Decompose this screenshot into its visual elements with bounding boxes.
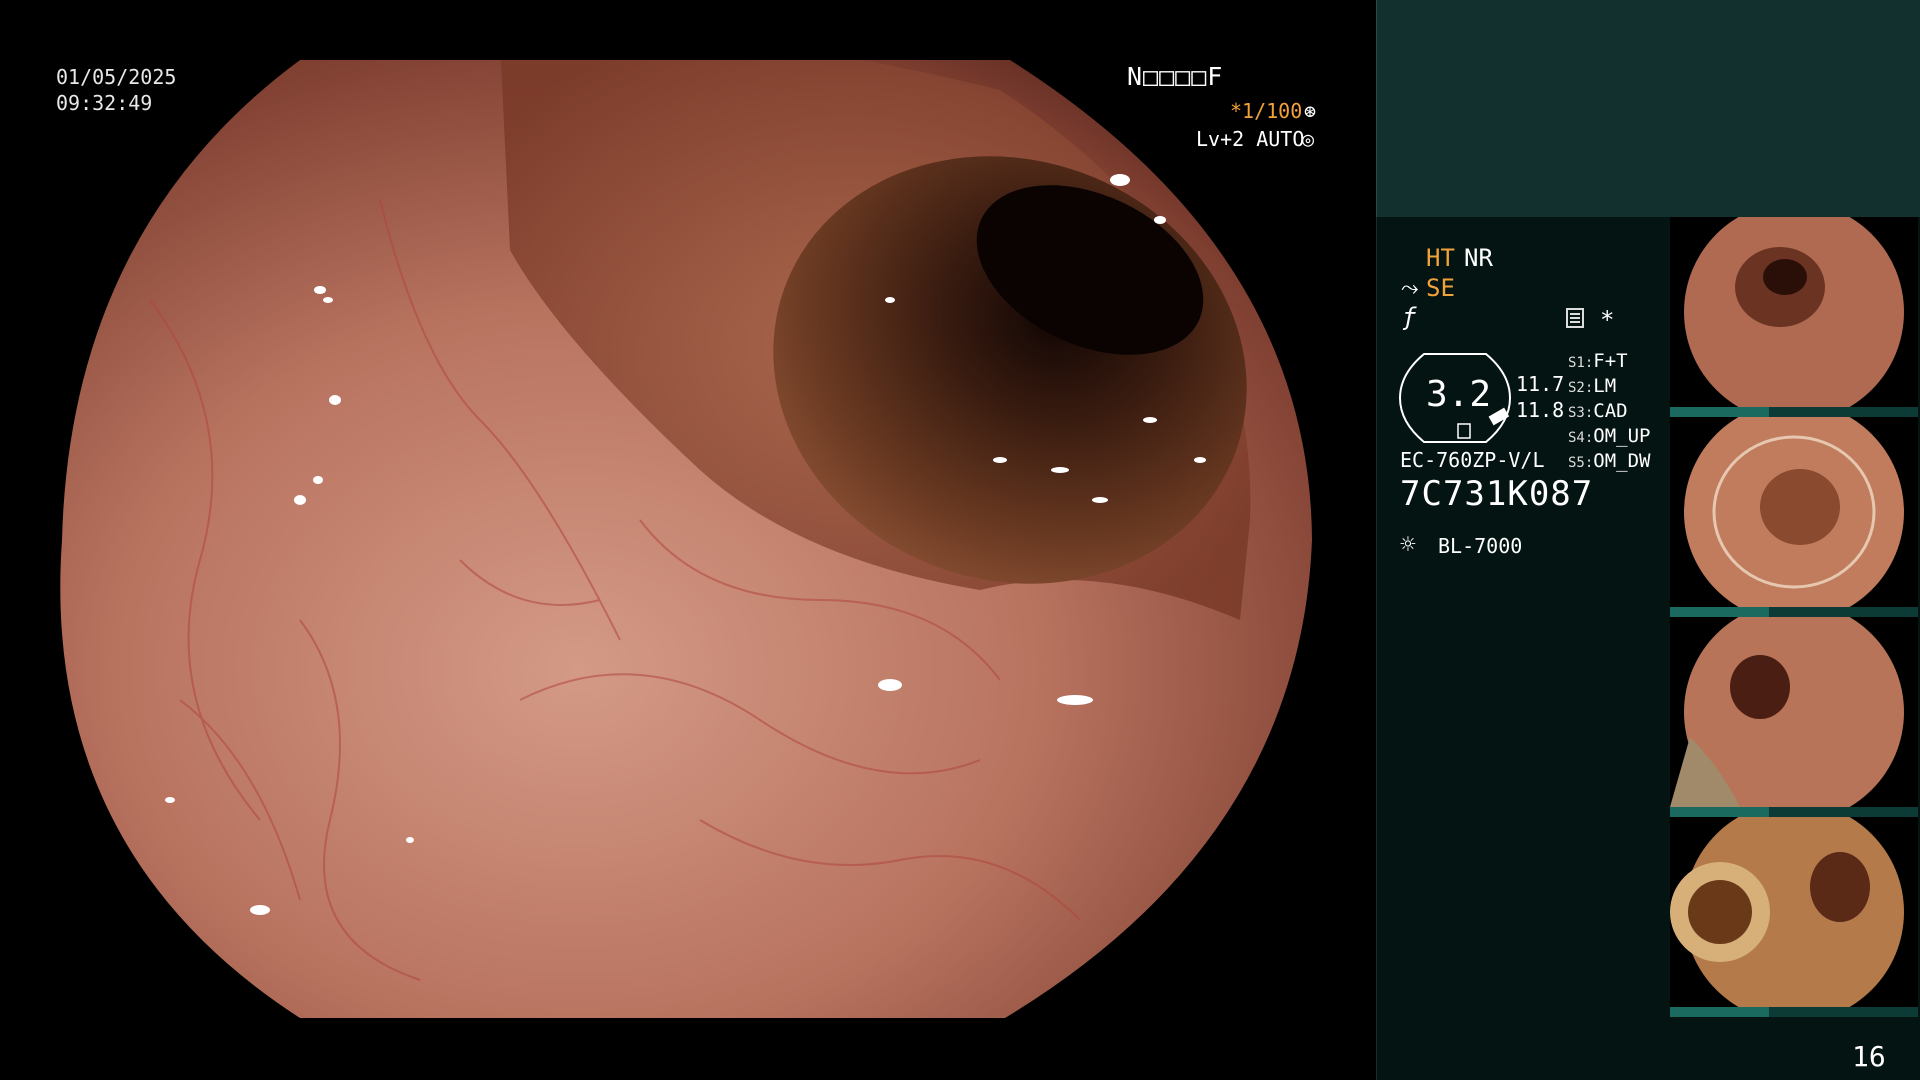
side-panel-header — [1376, 0, 1920, 217]
slot-key: S5: — [1568, 455, 1594, 471]
thumbnail-bar — [1670, 607, 1918, 617]
se-indicator: SE — [1426, 274, 1455, 302]
pump-icon: ⤳ — [1401, 276, 1419, 301]
endoscope-image — [60, 60, 1312, 1018]
slot-key: S1: — [1568, 355, 1594, 371]
thumbnail-bar — [1670, 407, 1918, 417]
brightness-level: Lv+2 AUTO — [1196, 127, 1305, 151]
slot-key: S4: — [1568, 430, 1594, 446]
aperture-icon: ⊛ — [1304, 99, 1317, 123]
exam-date: 01/05/2025 — [56, 65, 177, 89]
slot-s2: S2:LM — [1568, 375, 1616, 397]
thumbnail-image — [1684, 417, 1904, 617]
gauge-top-value: 11.7 — [1516, 372, 1565, 396]
slot-value: LM — [1593, 375, 1617, 397]
thumbnail-1[interactable] — [1670, 217, 1918, 417]
slot-key: S2: — [1568, 380, 1594, 396]
thumbnail-3[interactable] — [1670, 617, 1918, 817]
exam-time: 09:32:49 — [56, 91, 153, 115]
slot-value: F+T — [1593, 350, 1628, 372]
endoscope-view: 01/05/2025 09:32:49 N□□□□F *1/100 ⊛ Lv+2… — [0, 0, 1376, 1080]
thumbnail-image — [1670, 617, 1904, 817]
thumbnail-image — [1684, 217, 1904, 417]
memo-icon — [1566, 308, 1584, 328]
light-source-icon: ☼ — [1400, 530, 1416, 560]
star-indicator: * — [1600, 306, 1615, 334]
slot-s5: S5:OM_DW — [1568, 450, 1651, 472]
gauge-value: 3.2 — [1426, 374, 1492, 415]
slot-s3: S3:CAD — [1568, 400, 1628, 422]
freeze-icon: ƒ — [1402, 303, 1417, 331]
iris-icon: ◎ — [1302, 127, 1315, 151]
slot-key: S3: — [1568, 405, 1594, 421]
thumbnail-bar — [1670, 807, 1918, 817]
thumbnail-bar — [1670, 1007, 1918, 1017]
scope-serial: 7C731K087 — [1400, 474, 1594, 514]
slot-value: OM_UP — [1593, 425, 1651, 447]
thumbnail-4[interactable] — [1670, 817, 1918, 1017]
gauge-bottom-value: 11.8 — [1516, 398, 1565, 422]
nr-indicator: NR — [1464, 244, 1493, 272]
scope-model: EC-760ZP-V/L — [1400, 448, 1545, 472]
page-number: 16 — [1852, 1040, 1886, 1073]
slot-value: OM_DW — [1593, 450, 1651, 472]
thumbnail-2[interactable] — [1670, 417, 1918, 617]
thumbnail-image — [1670, 817, 1904, 1017]
shutter-speed: *1/100 — [1230, 99, 1303, 123]
slot-value: CAD — [1593, 400, 1628, 422]
light-source-model: BL-7000 — [1438, 534, 1523, 558]
ht-indicator: HT — [1426, 244, 1455, 272]
slot-s1: S1:F+T — [1568, 350, 1628, 372]
slot-s4: S4:OM_UP — [1568, 425, 1651, 447]
patient-code: N□□□□F — [1127, 62, 1224, 91]
